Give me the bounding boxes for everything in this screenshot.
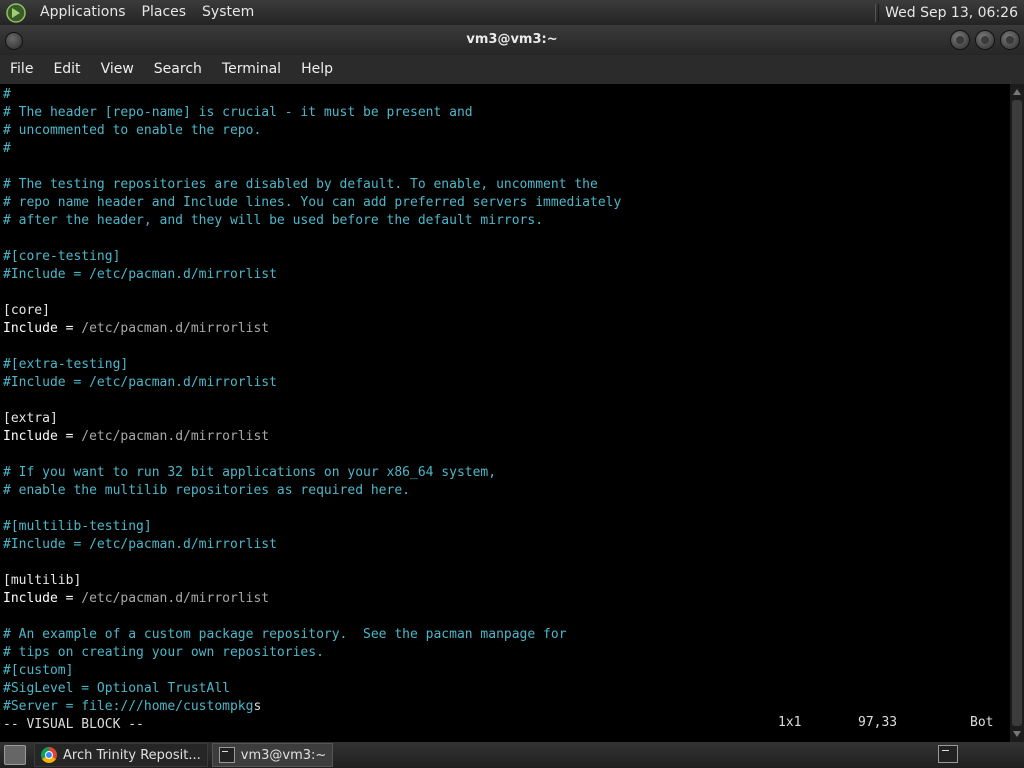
terminal-line: #Include = /etc/pacman.d/mirrorlist xyxy=(3,536,277,554)
terminal-text: /etc/pacman.d/mirrorlist xyxy=(81,321,270,336)
terminal-line: # xyxy=(3,140,11,158)
terminal-text: [extra] xyxy=(3,411,58,426)
terminal-line: Include = /etc/pacman.d/mirrorlist xyxy=(3,428,269,446)
terminal-text: # An example of a custom package reposit… xyxy=(3,627,567,642)
terminal-line: -- VISUAL BLOCK -- xyxy=(3,716,144,734)
terminal-text: # The testing repositories are disabled … xyxy=(3,177,598,192)
terminal-text: # after the header, and they will be use… xyxy=(3,213,544,228)
terminal-line: [core] xyxy=(3,302,50,320)
terminal-line: #SigLevel = Optional TrustAll xyxy=(3,680,230,698)
vim-cursor-position: 97,33 xyxy=(858,715,898,730)
scroll-up-icon[interactable] xyxy=(1013,89,1021,95)
menu-terminal[interactable]: Terminal xyxy=(212,55,291,84)
show-desktop-icon[interactable] xyxy=(4,745,26,765)
terminal-text: Include = xyxy=(3,321,82,336)
terminal-line: # The header [repo-name] is crucial - it… xyxy=(3,104,473,122)
distro-logo-icon[interactable] xyxy=(6,2,26,23)
terminal-text: # The header [repo-name] is crucial - it… xyxy=(3,105,473,120)
terminal-line: #[core-testing] xyxy=(3,248,120,266)
terminal-line: Include = /etc/pacman.d/mirrorlist xyxy=(3,320,269,338)
terminal-line: # enable the multilib repositories as re… xyxy=(3,482,410,500)
terminal-text: #SigLevel = Optional TrustAll xyxy=(3,681,230,696)
terminal-text: [multilib] xyxy=(3,573,82,588)
menu-view[interactable]: View xyxy=(91,55,144,84)
menu-file[interactable]: File xyxy=(0,55,43,84)
terminal-line: Include = /etc/pacman.d/mirrorlist xyxy=(3,590,269,608)
terminal-line: # An example of a custom package reposit… xyxy=(3,626,567,644)
terminal-text: #[multilib-testing] xyxy=(3,519,152,534)
terminal-line: [extra] xyxy=(3,410,58,428)
terminal-text: #[custom] xyxy=(3,663,74,678)
menu-system[interactable]: System xyxy=(194,0,262,25)
terminal-line: # The testing repositories are disabled … xyxy=(3,176,598,194)
vim-scroll-indicator: Bot xyxy=(970,715,994,730)
terminal-text: #[core-testing] xyxy=(3,249,121,264)
terminal-line: # xyxy=(3,86,11,104)
terminal-line: #Include = /etc/pacman.d/mirrorlist xyxy=(3,266,277,284)
panel-clock[interactable]: Wed Sep 13, 06:26 xyxy=(885,5,1024,21)
chrome-icon xyxy=(41,747,57,763)
task-terminal-label: vm3@vm3:~ xyxy=(240,747,327,763)
terminal-text: Include = xyxy=(3,591,82,606)
terminal-text: #[extra-testing] xyxy=(3,357,129,372)
terminal-content[interactable]: 1x1 97,33 Bot # # The header [repo-name] … xyxy=(0,84,1010,742)
bottom-taskbar: Arch Trinity Reposit... vm3@vm3:~ xyxy=(0,742,1024,768)
terminal-line: # uncommented to enable the repo. xyxy=(3,122,261,140)
task-terminal[interactable]: vm3@vm3:~ xyxy=(211,743,334,767)
scrollbar-thumb[interactable] xyxy=(1012,100,1022,726)
terminal-line: # tips on creating your own repositories… xyxy=(3,644,324,662)
terminal-icon xyxy=(218,747,235,763)
text-cursor: s xyxy=(253,699,262,714)
task-browser-label: Arch Trinity Reposit... xyxy=(63,747,201,763)
terminal-text: # If you want to run 32 bit applications… xyxy=(3,465,497,480)
terminal-text: # repo name header and Include lines. Yo… xyxy=(3,195,622,210)
panel-separator xyxy=(875,3,880,22)
menu-search[interactable]: Search xyxy=(144,55,212,84)
terminal-text: # uncommented to enable the repo. xyxy=(3,123,262,138)
terminal-scrollbar[interactable] xyxy=(1010,84,1024,742)
terminal-text: # tips on creating your own repositories… xyxy=(3,645,324,660)
menu-applications[interactable]: Applications xyxy=(32,0,134,25)
terminal-line: # repo name header and Include lines. Yo… xyxy=(3,194,621,212)
minimize-icon[interactable] xyxy=(950,30,970,50)
terminal-line: # after the header, and they will be use… xyxy=(3,212,543,230)
task-browser[interactable]: Arch Trinity Reposit... xyxy=(34,743,208,767)
vim-mode-indicator: -- VISUAL BLOCK -- xyxy=(3,717,144,732)
window-title: vm3@vm3:~ xyxy=(466,32,558,47)
scroll-down-icon[interactable] xyxy=(1013,731,1021,737)
terminal-text: [core] xyxy=(3,303,50,318)
window-titlebar[interactable]: vm3@vm3:~ xyxy=(0,25,1024,55)
terminal-text: #Include = /etc/pacman.d/mirrorlist xyxy=(3,537,277,552)
terminal-line: # If you want to run 32 bit applications… xyxy=(3,464,496,482)
vim-selection-size: 1x1 xyxy=(778,715,802,730)
terminal-text: Include = xyxy=(3,429,82,444)
terminal-text: #Include = /etc/pacman.d/mirrorlist xyxy=(3,375,277,390)
menu-places[interactable]: Places xyxy=(134,0,195,25)
menu-help[interactable]: Help xyxy=(291,55,343,84)
workspace-switcher-icon[interactable] xyxy=(938,745,958,763)
terminal-text: /etc/pacman.d/mirrorlist xyxy=(81,429,270,444)
terminal-text: #Server = file:///home/custompkg xyxy=(3,699,254,714)
terminal-line: #[custom] xyxy=(3,662,73,680)
terminal-text: # xyxy=(3,87,11,102)
terminal-menubar: File Edit View Search Terminal Help xyxy=(0,55,1024,85)
terminal-text: #Include = /etc/pacman.d/mirrorlist xyxy=(3,267,277,282)
terminal-text: # xyxy=(3,141,11,156)
terminal-line: #Include = /etc/pacman.d/mirrorlist xyxy=(3,374,277,392)
menu-edit[interactable]: Edit xyxy=(43,55,90,84)
terminal-text: /etc/pacman.d/mirrorlist xyxy=(81,591,270,606)
top-panel: Applications Places System Wed Sep 13, 0… xyxy=(0,0,1024,25)
terminal-line: #[multilib-testing] xyxy=(3,518,152,536)
maximize-icon[interactable] xyxy=(975,30,995,50)
terminal-line: [multilib] xyxy=(3,572,81,590)
terminal-line: #Server = file:///home/custompkgs xyxy=(3,698,261,716)
close-icon[interactable] xyxy=(1000,30,1020,50)
terminal-line: #[extra-testing] xyxy=(3,356,128,374)
terminal-text: # enable the multilib repositories as re… xyxy=(3,483,410,498)
